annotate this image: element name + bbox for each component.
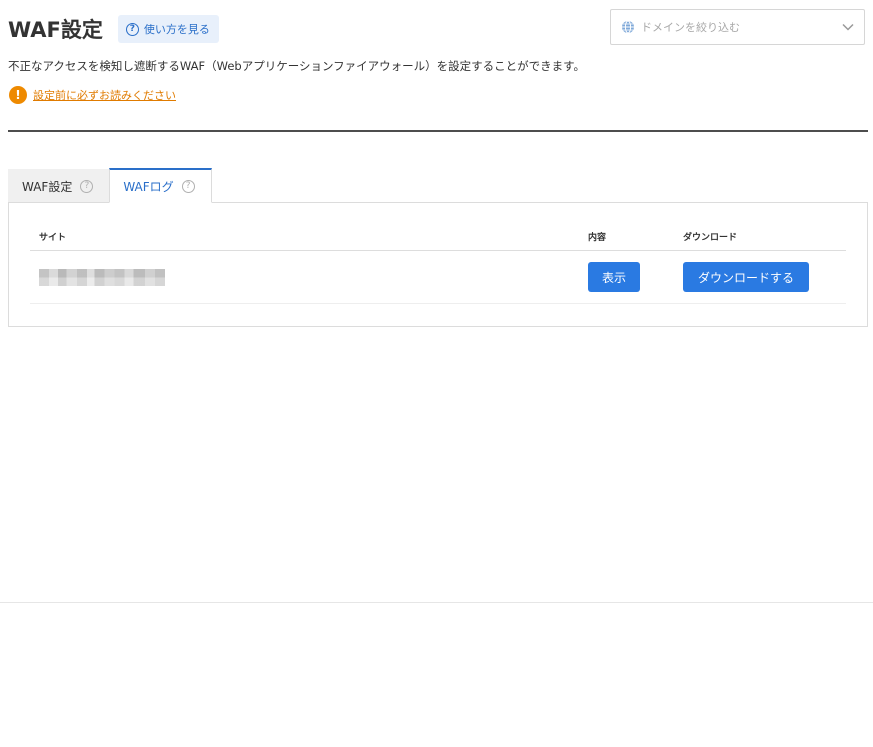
- how-to-use-label: 使い方を見る: [143, 23, 210, 36]
- question-icon: ?: [125, 22, 139, 36]
- column-header-site: サイト: [39, 233, 67, 243]
- download-button[interactable]: ダウンロードする: [683, 262, 809, 292]
- site-name-redacted: [39, 269, 165, 286]
- help-icon[interactable]: ?: [181, 179, 195, 193]
- page-description: 不正なアクセスを検知し遮断するWAF（Webアプリケーションファイアウォール）を…: [8, 59, 585, 73]
- tab-waf-settings[interactable]: WAF設定 ?: [8, 169, 110, 203]
- waf-log-table: サイト 内容 ダウンロード 表示 ダウンロードする: [30, 220, 846, 304]
- tab-bar: WAF設定 ? WAFログ ?: [8, 168, 212, 203]
- page-title: WAF設定: [8, 18, 103, 42]
- how-to-use-button[interactable]: ? 使い方を見る: [117, 15, 219, 43]
- footer-divider: [0, 602, 873, 603]
- help-icon[interactable]: ?: [80, 179, 94, 193]
- column-header-content: 内容: [588, 233, 607, 243]
- section-divider: [8, 130, 868, 132]
- column-header-download: ダウンロード: [683, 233, 738, 243]
- domain-filter-placeholder: ドメインを絞り込む: [641, 21, 740, 34]
- table-row: 表示 ダウンロードする: [30, 251, 846, 304]
- domain-filter-select[interactable]: ドメインを絞り込む: [610, 9, 865, 45]
- tab-waf-log[interactable]: WAFログ ?: [109, 168, 212, 203]
- page-header: WAF設定 ? 使い方を見る: [8, 14, 219, 44]
- chevron-down-icon: [842, 23, 854, 31]
- waf-log-panel: サイト 内容 ダウンロード 表示 ダウンロードする: [8, 202, 868, 327]
- notice: ! 設定前に必ずお読みください: [9, 86, 176, 104]
- read-before-setup-link[interactable]: 設定前に必ずお読みください: [33, 87, 176, 103]
- tab-waf-log-label: WAFログ: [123, 179, 174, 194]
- warning-icon: !: [9, 86, 27, 104]
- globe-icon: [622, 20, 634, 34]
- table-header: サイト 内容 ダウンロード: [30, 220, 846, 251]
- view-button[interactable]: 表示: [588, 262, 640, 292]
- tab-waf-settings-label: WAF設定: [22, 179, 73, 194]
